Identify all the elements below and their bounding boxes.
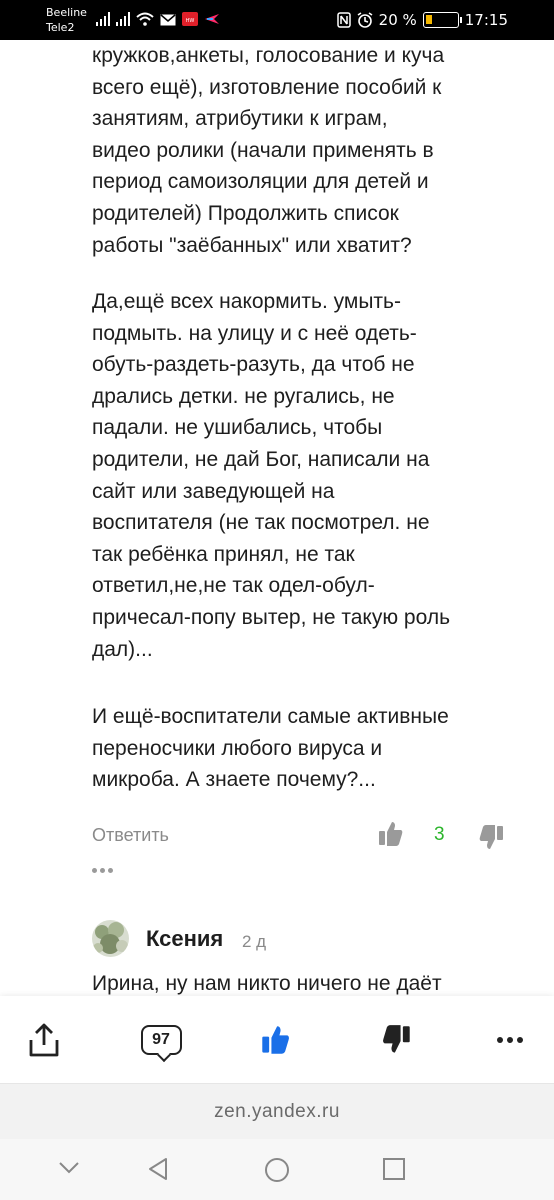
comment-paragraph: Да,ещё всех накормить. умыть- подмыть. н… [92, 290, 451, 661]
like-count: 3 [434, 824, 445, 845]
recents-icon[interactable] [383, 1158, 405, 1180]
thumbs-up-icon [262, 1026, 289, 1054]
reply-button[interactable]: Ответить [92, 825, 169, 846]
share-icon [29, 1023, 59, 1057]
carrier-names: Beeline Tele2 [46, 5, 87, 35]
status-icons-left: HW [96, 12, 220, 26]
huawei-app-icon: HW [182, 12, 198, 26]
home-icon[interactable] [264, 1157, 290, 1183]
bottom-action-bar: 97 [0, 996, 554, 1083]
carrier-2: Tele2 [46, 21, 75, 34]
thumbs-up-icon[interactable] [378, 820, 404, 848]
more-icon [497, 1037, 523, 1043]
chevron-down-icon[interactable] [58, 1161, 80, 1175]
comment-time: 2 д [242, 932, 267, 951]
comment-paragraph: И ещё-воспитатели самые активные перенос… [92, 705, 449, 792]
more-button[interactable] [492, 1020, 528, 1060]
navigation-bar [0, 1139, 554, 1200]
url-bar[interactable]: zen.yandex.ru [0, 1083, 554, 1139]
more-options-icon[interactable] [92, 868, 113, 873]
clock: 17:15 [464, 11, 508, 29]
nfc-icon [336, 12, 351, 28]
avatar[interactable] [92, 920, 129, 957]
status-bar: Beeline Tele2 HW 20 % 17:15 [0, 0, 554, 40]
mail-icon [160, 14, 176, 26]
battery-level [425, 15, 432, 24]
battery-icon [422, 12, 462, 28]
signal-icon [116, 12, 130, 26]
svg-text:HW: HW [186, 18, 195, 24]
alarm-icon [357, 12, 373, 28]
comments-button[interactable]: 97 [138, 1020, 184, 1060]
url-text: zen.yandex.ru [214, 1100, 340, 1122]
thumbs-down-icon[interactable] [478, 824, 504, 852]
carrier-1: Beeline [46, 6, 87, 19]
comment-actions: Ответить 3 [92, 820, 512, 852]
signal-icon [96, 12, 110, 26]
like-button[interactable] [258, 1020, 294, 1060]
app-icon [205, 14, 219, 24]
share-button[interactable] [24, 1020, 64, 1060]
comment-author[interactable]: Ксения [146, 926, 223, 952]
status-icons-right: 20 % 17:15 [336, 11, 508, 29]
comment-text: Ирина, ну нам никто ничего не даёт [92, 972, 442, 995]
battery-percent: 20 % [378, 11, 417, 29]
comments-count: 97 [140, 1025, 182, 1055]
comment-paragraph: кружков,анкеты, голосование и куча всего… [92, 44, 445, 257]
thumbs-down-icon [383, 1025, 410, 1053]
wifi-icon [136, 12, 154, 26]
dislike-button[interactable] [378, 1020, 414, 1060]
back-icon[interactable] [146, 1157, 170, 1181]
